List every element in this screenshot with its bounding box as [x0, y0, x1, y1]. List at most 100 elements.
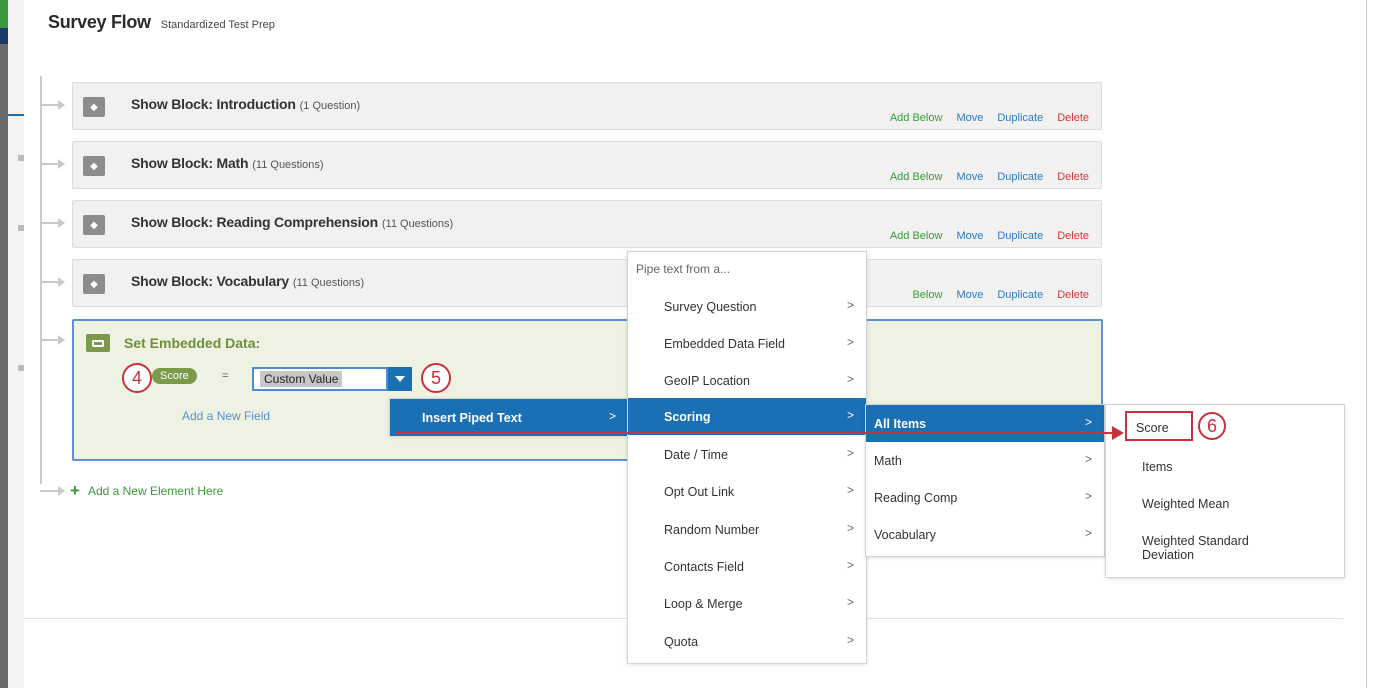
side-nav-active-tab[interactable]: [8, 84, 24, 116]
chevron-right-icon: >: [1084, 526, 1092, 540]
duplicate-link[interactable]: Duplicate: [997, 112, 1043, 124]
embedded-value-input[interactable]: Custom Value: [252, 367, 388, 391]
chevron-right-icon: >: [1084, 489, 1092, 503]
chevron-right-icon: >: [846, 483, 854, 497]
chevron-right-icon: >: [846, 558, 854, 572]
block-question-count: (11 Questions): [381, 218, 454, 230]
menu-item-math[interactable]: Math >: [866, 442, 1104, 479]
equals-sign: =: [222, 370, 229, 382]
block-title: Show Block: Math: [131, 155, 249, 171]
plus-icon: +: [70, 481, 80, 500]
menu-item-date-time[interactable]: Date / Time >: [628, 436, 866, 473]
value-dropdown-button[interactable]: [388, 367, 412, 391]
block-question-count: (1 Question): [299, 100, 361, 112]
flow-arrow-icon: [58, 218, 65, 228]
add-below-link[interactable]: Below: [912, 289, 942, 301]
flow-block-reading-comprehension[interactable]: ◆ Show Block: Reading Comprehension (11 …: [72, 200, 1102, 248]
flow-arrow-icon: [58, 277, 65, 287]
embedded-data-title: Set Embedded Data:: [124, 335, 261, 351]
embedded-value-text: Custom Value: [260, 371, 343, 387]
menu-item-score-label: Score: [1136, 421, 1169, 435]
flow-block-math[interactable]: ◆ Show Block: Math (11 Questions) Add Be…: [72, 141, 1102, 189]
chevron-right-icon: >: [846, 372, 854, 386]
add-new-element-link[interactable]: + Add a New Element Here: [70, 481, 224, 500]
step-marker-4: 4: [122, 363, 152, 393]
flow-arrow-icon: [58, 159, 65, 169]
delete-link[interactable]: Delete: [1057, 171, 1089, 183]
menu-item-score[interactable]: Score: [1125, 411, 1193, 441]
side-nav-strip: [8, 0, 24, 688]
survey-flow-screen: Survey Flow Standardized Test Prep ◆ Sho…: [0, 0, 1379, 688]
block-title: Show Block: Vocabulary: [131, 273, 289, 289]
add-below-link[interactable]: Add Below: [890, 230, 943, 242]
move-link[interactable]: Move: [956, 289, 983, 301]
add-new-field-link[interactable]: Add a New Field: [182, 409, 270, 423]
survey-name: Standardized Test Prep: [160, 19, 275, 31]
app-side-bar: [0, 0, 8, 688]
caret-down-icon: [395, 376, 405, 382]
menu-item-contacts-field[interactable]: Contacts Field >: [628, 548, 866, 585]
menu-item-weighted-mean[interactable]: Weighted Mean: [1142, 497, 1229, 511]
flow-arrow-icon: [58, 335, 65, 345]
flow-block-vocabulary[interactable]: ◆ Show Block: Vocabulary (11 Questions) …: [72, 259, 1102, 307]
delete-link[interactable]: Delete: [1057, 230, 1089, 242]
add-below-link[interactable]: Add Below: [890, 112, 943, 124]
menu-item-loop-merge[interactable]: Loop & Merge >: [628, 585, 866, 622]
piped-text-source-menu: Pipe text from a... Survey Question > Emb…: [627, 251, 867, 664]
chevron-right-icon: >: [1084, 415, 1092, 429]
cube-icon: ◆: [83, 156, 105, 176]
block-title: Show Block: Reading Comprehension: [131, 214, 378, 230]
menu-item-embedded-data-field[interactable]: Embedded Data Field >: [628, 325, 866, 362]
annotation-arrow: [396, 432, 1114, 434]
value-dropdown-menu: Insert Piped Text >: [389, 398, 629, 436]
chevron-right-icon: >: [846, 298, 854, 312]
menu-item-all-items[interactable]: All Items >: [866, 405, 1104, 442]
block-question-count: (11 Questions): [292, 277, 365, 289]
add-below-link[interactable]: Add Below: [890, 171, 943, 183]
menu-header: Pipe text from a...: [636, 262, 731, 276]
add-new-element-label: Add a New Element Here: [87, 484, 224, 498]
delete-link[interactable]: Delete: [1057, 289, 1089, 301]
menu-item-opt-out-link[interactable]: Opt Out Link >: [628, 473, 866, 510]
move-link[interactable]: Move: [956, 230, 983, 242]
delete-link[interactable]: Delete: [1057, 112, 1089, 124]
duplicate-link[interactable]: Duplicate: [997, 289, 1043, 301]
block-title: Show Block: Introduction: [131, 96, 296, 112]
page-header: Survey Flow Standardized Test Prep: [48, 12, 275, 38]
flow-block-introduction[interactable]: ◆ Show Block: Introduction (1 Question) …: [72, 82, 1102, 130]
menu-item-quota[interactable]: Quota >: [628, 623, 866, 660]
menu-item-scoring[interactable]: Scoring >: [628, 398, 866, 435]
menu-item-items[interactable]: Items: [1142, 460, 1173, 474]
chevron-right-icon: >: [846, 335, 854, 349]
chevron-right-icon: >: [846, 521, 854, 535]
menu-item-weighted-standard-deviation[interactable]: Weighted Standard Deviation: [1142, 534, 1249, 562]
embedded-data-icon: [86, 334, 110, 352]
flow-trunk-line: [40, 76, 42, 484]
cube-icon: ◆: [83, 215, 105, 235]
block-question-count: (11 Questions): [252, 159, 324, 171]
menu-item-reading-comp[interactable]: Reading Comp >: [866, 479, 1104, 516]
menu-item-vocabulary[interactable]: Vocabulary >: [866, 516, 1104, 553]
menu-item-random-number[interactable]: Random Number >: [628, 511, 866, 548]
menu-item-insert-piped-text[interactable]: Insert Piped Text >: [390, 399, 628, 436]
duplicate-link[interactable]: Duplicate: [997, 230, 1043, 242]
chevron-right-icon: >: [846, 408, 854, 422]
flow-arrow-icon: [58, 100, 65, 110]
chevron-right-icon: >: [846, 633, 854, 647]
menu-item-survey-question[interactable]: Survey Question >: [628, 288, 866, 325]
scoring-category-menu: All Items > Math > Reading Comp > Vocabular…: [865, 404, 1105, 557]
page-title: Survey Flow: [48, 12, 151, 32]
cube-icon: ◆: [83, 97, 105, 117]
step-marker-5: 5: [421, 363, 451, 393]
move-link[interactable]: Move: [956, 171, 983, 183]
chevron-right-icon: >: [608, 409, 616, 423]
move-link[interactable]: Move: [956, 112, 983, 124]
chevron-right-icon: >: [846, 446, 854, 460]
duplicate-link[interactable]: Duplicate: [997, 171, 1043, 183]
chevron-right-icon: >: [846, 595, 854, 609]
cube-icon: ◆: [83, 274, 105, 294]
embedded-field-name[interactable]: Score: [152, 368, 197, 384]
flow-arrow-icon: [58, 486, 65, 496]
chevron-right-icon: >: [1084, 452, 1092, 466]
menu-item-geoip-location[interactable]: GeoIP Location >: [628, 362, 866, 399]
